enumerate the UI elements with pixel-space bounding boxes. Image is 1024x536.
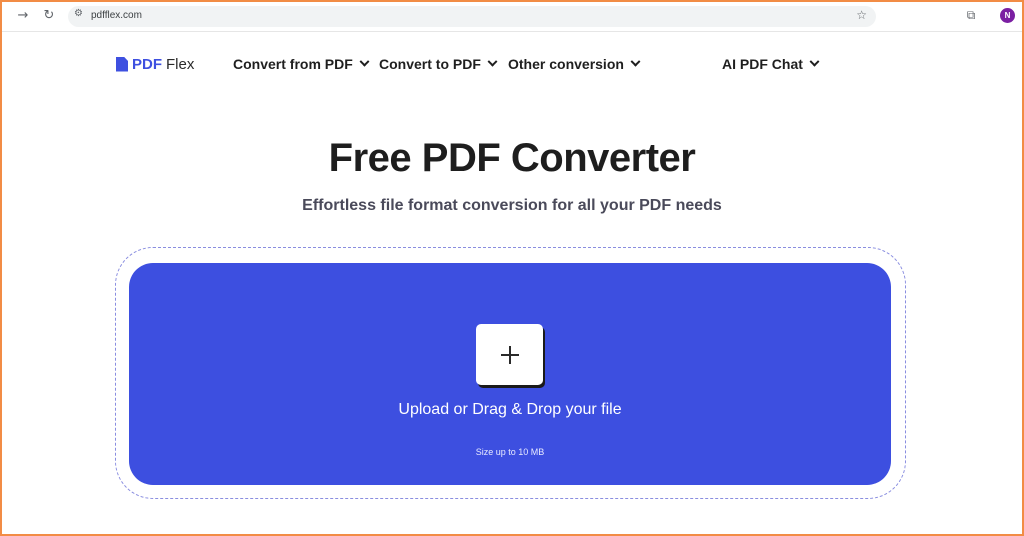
chevron-down-icon [630, 56, 641, 67]
upload-plus-button[interactable] [476, 324, 543, 385]
page-subtitle: Effortless file format conversion for al… [302, 197, 722, 214]
browser-toolbar: → ↻ ⚙ pdfflex.com ☆ ⧉ N [2, 2, 1022, 32]
nav-other-conversion[interactable]: Other conversion [508, 56, 641, 72]
chevron-down-icon [809, 56, 820, 67]
nav-convert-to-pdf[interactable]: Convert to PDF [379, 56, 498, 72]
logo-flex-text: Flex [166, 55, 195, 73]
logo-pdf-text: PDF [132, 55, 162, 73]
site-logo[interactable]: PDF Flex [116, 54, 194, 74]
nav-label: Other conversion [508, 56, 624, 72]
document-icon [116, 56, 128, 72]
nav-convert-from-pdf[interactable]: Convert from PDF [233, 56, 370, 72]
nav-label: AI PDF Chat [722, 56, 803, 72]
site-header: PDF Flex Convert from PDF Convert to PDF… [2, 32, 1022, 98]
tune-icon[interactable]: ⚙ [74, 8, 83, 19]
chevron-down-icon [359, 56, 370, 67]
nav-ai-pdf-chat[interactable]: AI PDF Chat [722, 56, 820, 72]
url-text[interactable]: pdfflex.com [91, 10, 142, 21]
nav-label: Convert to PDF [379, 56, 481, 72]
upload-label: Upload or Drag & Drop your file [398, 401, 622, 418]
arrow-right-icon[interactable]: → [14, 7, 32, 25]
upload-dropzone[interactable]: Upload or Drag & Drop your file Size up … [129, 263, 891, 485]
upload-size-note: Size up to 10 MB [475, 447, 545, 457]
nav-label: Convert from PDF [233, 56, 353, 72]
reload-icon[interactable]: ↻ [40, 7, 58, 25]
profile-avatar[interactable]: N [1000, 8, 1015, 23]
address-bar[interactable]: ⚙ pdfflex.com ☆ [68, 6, 876, 27]
page-title: Free PDF Converter [328, 136, 696, 180]
puzzle-icon[interactable]: ⧉ [963, 8, 979, 24]
star-icon[interactable]: ☆ [856, 8, 867, 22]
chevron-down-icon [487, 56, 498, 67]
screenshot-frame: → ↻ ⚙ pdfflex.com ☆ ⧉ N PDF Flex Convert… [0, 0, 1024, 536]
